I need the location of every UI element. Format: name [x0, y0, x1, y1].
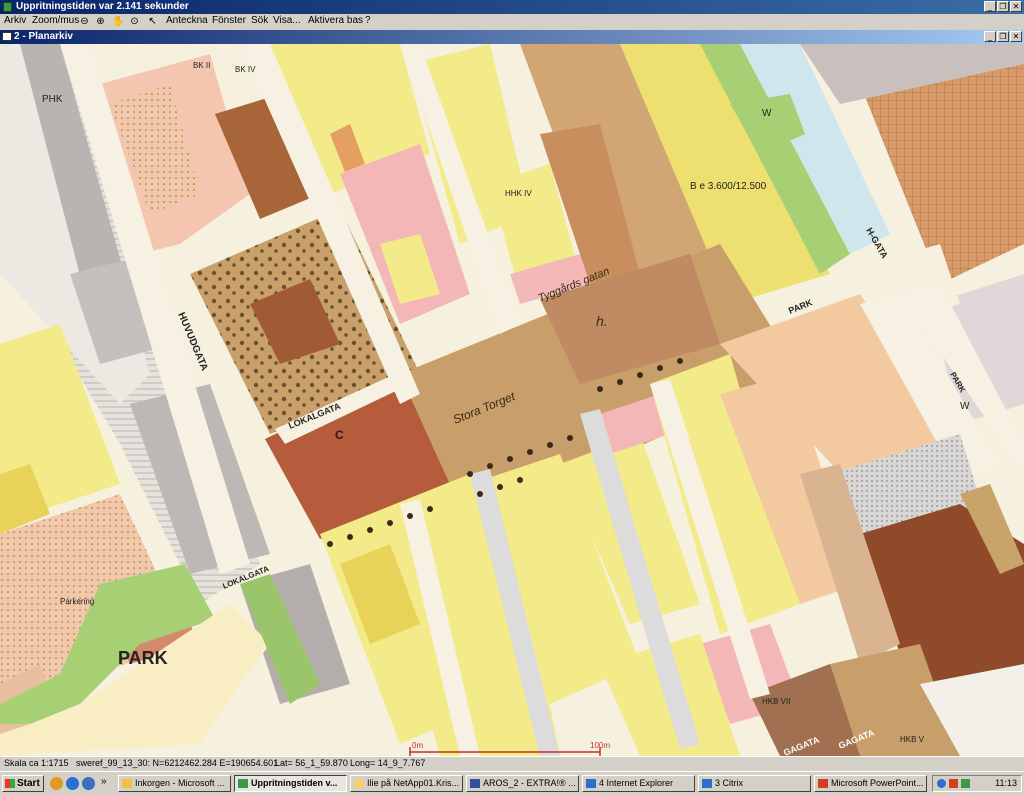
task-label: Ilie på NetApp01.Kris... [367, 778, 460, 788]
pan-hand-icon[interactable]: ✋ [112, 15, 125, 28]
minimize-button[interactable]: _ [984, 1, 996, 12]
task-internet-explorer[interactable]: 4 Internet Explorer [582, 775, 695, 792]
quicklaunch-outlook-icon[interactable] [50, 777, 63, 790]
label-scale-0: 0m [412, 741, 423, 750]
system-tray: 11:13 [932, 775, 1022, 792]
network-icon[interactable] [937, 779, 946, 788]
document-icon [2, 32, 12, 41]
clock: 11:13 [995, 778, 1017, 788]
menu-fonster[interactable]: Fönster [212, 15, 246, 26]
label-parkering: Parkering [60, 597, 94, 606]
label-c-block: C [335, 428, 344, 442]
task-label: AROS_2 - EXTRA!® ... [483, 778, 576, 788]
task-inkorgen[interactable]: Inkorgen - Microsoft ... [118, 775, 231, 792]
antivirus-icon[interactable] [949, 779, 958, 788]
app-title-bar: Uppritningstiden var 2.141 sekunder _ ❐ … [0, 0, 1024, 14]
label-be: B e 3.600/12.500 [690, 181, 767, 192]
menu-aktivera-bas[interactable]: Aktivera bas [308, 15, 363, 26]
map-canvas[interactable]: HUVUDGATA LOKALGATA LOKALGATA Stora Torg… [0, 44, 1024, 756]
menu-arkiv[interactable]: Arkiv [4, 15, 26, 26]
ie-icon [586, 779, 596, 788]
menu-help[interactable]: ? [365, 15, 371, 26]
zoom-in-icon[interactable]: ⊕ [94, 15, 107, 28]
citrix-icon [702, 779, 712, 788]
status-lat: Lat= 56_1_59.870 [275, 758, 348, 768]
outlook-icon [122, 779, 132, 788]
menu-bar: Arkiv Zoom/mus ⊖ ⊕ ✋ ⊙ ↖ Anteckna Fönste… [0, 14, 1024, 30]
label-phk: PHK [42, 94, 63, 105]
subwindow-title: 2 - Planarkiv [14, 31, 73, 42]
taskbar: Start » Inkorgen - Microsoft ... Uppritn… [0, 771, 1024, 795]
label-bk-ii: BK II [193, 61, 210, 70]
task-label: 4 Internet Explorer [599, 778, 674, 788]
zoom-out-icon[interactable]: ⊖ [78, 15, 91, 28]
label-hhk: HHK IV [505, 189, 532, 198]
start-label: Start [17, 778, 40, 789]
status-coords: sweref_99_13_30: N=6212462.284 E=190654.… [76, 758, 279, 768]
menu-zoom-mus[interactable]: Zoom/mus [32, 15, 79, 26]
folder-icon [354, 779, 364, 788]
label-w: W [762, 108, 772, 119]
sub-close-button[interactable]: ✕ [1010, 31, 1022, 42]
menu-anteckna[interactable]: Anteckna [166, 15, 208, 26]
terminal-icon [470, 779, 480, 788]
close-button[interactable]: ✕ [1010, 1, 1022, 12]
task-label: Uppritningstiden v... [251, 778, 338, 788]
quicklaunch-media-icon[interactable] [82, 777, 95, 790]
sub-restore-button[interactable]: ❐ [997, 31, 1009, 42]
status-long: Long= 14_9_7.767 [350, 758, 426, 768]
label-h-block: h. [596, 313, 608, 329]
planarkiv-map[interactable]: HUVUDGATA LOKALGATA LOKALGATA Stora Torg… [0, 44, 1024, 756]
label-bk-iv: BK IV [235, 65, 256, 74]
pointer-arrow-icon[interactable]: ↖ [146, 15, 159, 28]
task-label: Microsoft PowerPoint... [831, 778, 924, 788]
task-powerpoint[interactable]: Microsoft PowerPoint... [814, 775, 927, 792]
menu-visa[interactable]: Visa... [273, 15, 301, 26]
label-hkb: HKB VII [762, 697, 790, 706]
task-citrix[interactable]: 3 Citrix [698, 775, 811, 792]
label-w-2: W [960, 401, 970, 412]
sub-minimize-button[interactable]: _ [984, 31, 996, 42]
label-park: PARK [118, 648, 168, 668]
label-scale-100: 100m [590, 741, 610, 750]
zoom-extent-icon[interactable]: ⊙ [128, 15, 141, 28]
task-netapp[interactable]: Ilie på NetApp01.Kris... [350, 775, 463, 792]
task-label: 3 Citrix [715, 778, 744, 788]
app-icon [238, 779, 248, 788]
menu-sok[interactable]: Sök [251, 15, 268, 26]
label-hkb-v: HKB V [900, 735, 925, 744]
powerpoint-icon [818, 779, 828, 788]
task-uppritningstiden[interactable]: Uppritningstiden v... [234, 775, 347, 792]
quicklaunch-more-icon[interactable]: » [101, 776, 107, 787]
quicklaunch-ie-icon[interactable] [66, 777, 79, 790]
windows-logo-icon [5, 779, 15, 788]
task-aros[interactable]: AROS_2 - EXTRA!® ... [466, 775, 579, 792]
window-title: Uppritningstiden var 2.141 sekunder [16, 1, 189, 12]
status-bar: Skala ca 1:1715 sweref_99_13_30: N=62124… [0, 756, 1024, 771]
restore-button[interactable]: ❐ [997, 1, 1009, 12]
update-icon[interactable] [961, 779, 970, 788]
app-icon [3, 2, 12, 12]
planarkiv-title-bar: 2 - Planarkiv _ ❐ ✕ [0, 30, 1024, 44]
task-label: Inkorgen - Microsoft ... [135, 778, 225, 788]
start-button[interactable]: Start [2, 775, 44, 792]
status-scale: Skala ca 1:1715 [4, 758, 69, 768]
